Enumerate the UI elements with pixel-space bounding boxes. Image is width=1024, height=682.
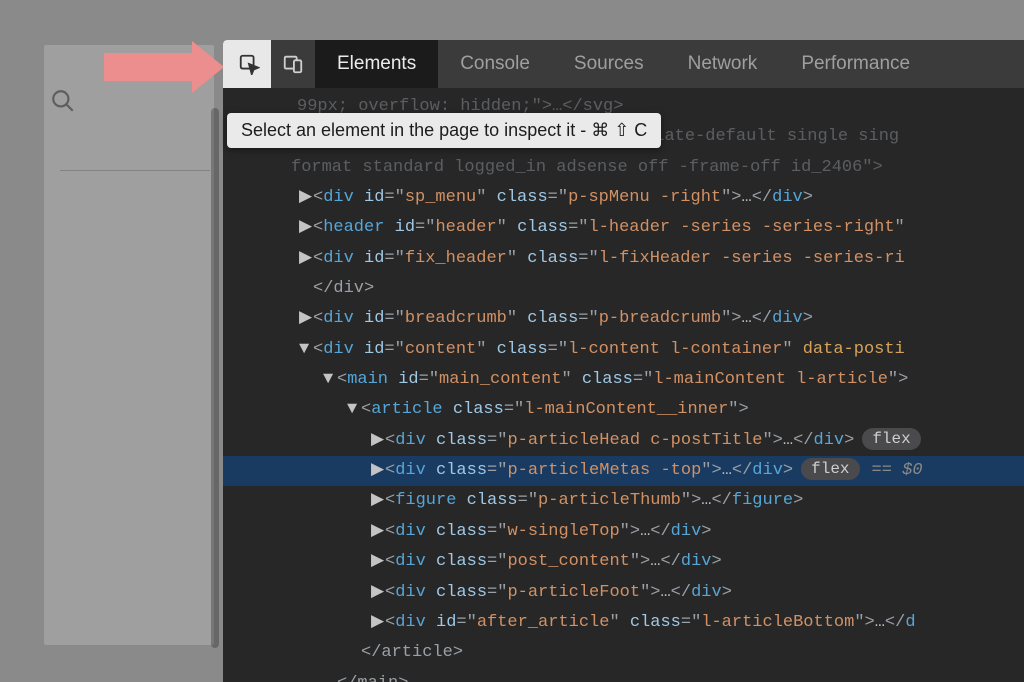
elements-tree[interactable]: 99px; overflow: hidden;">…</svg> ▼<div i… [223, 88, 1024, 682]
dom-line[interactable]: </div> [223, 274, 1024, 304]
dom-line[interactable]: </main> [223, 669, 1024, 682]
dom-line[interactable]: ▼<div id="content" class="l-content l-co… [223, 335, 1024, 365]
devtools-tabbar: Elements Console Sources Network Perform… [223, 40, 1024, 88]
flex-badge[interactable]: flex [801, 458, 859, 480]
dom-line-selected[interactable]: ▶<div class="p-articleMetas -top">…</div… [223, 456, 1024, 486]
dom-line[interactable]: ▶<div id="fix_header" class="l-fixHeader… [223, 244, 1024, 274]
search-icon [50, 88, 76, 114]
tab-console[interactable]: Console [438, 40, 552, 88]
tab-performance[interactable]: Performance [779, 40, 932, 88]
dom-line[interactable]: ▼<main id="main_content" class="l-mainCo… [223, 365, 1024, 395]
dom-line[interactable]: ▶<div class="w-singleTop">…</div> [223, 517, 1024, 547]
tab-sources[interactable]: Sources [552, 40, 666, 88]
dom-line[interactable]: ▼<article class="l-mainContent__inner"> [223, 395, 1024, 425]
inspect-element-button[interactable] [227, 40, 271, 88]
dom-line[interactable]: ▶<figure class="p-articleThumb">…</figur… [223, 486, 1024, 516]
devtools-scrollbar[interactable] [211, 108, 219, 648]
tab-elements[interactable]: Elements [315, 40, 438, 88]
underlying-page [44, 45, 214, 645]
flex-badge[interactable]: flex [862, 428, 920, 450]
inspect-tooltip: Select an element in the page to inspect… [227, 113, 661, 148]
dom-line[interactable]: </article> [223, 638, 1024, 668]
dom-line[interactable]: ▶<div id="after_article" class="l-articl… [223, 608, 1024, 638]
dom-line[interactable]: ▶<header id="header" class="l-header -se… [223, 213, 1024, 243]
dom-line[interactable]: ▶<div class="p-articleHead c-postTitle">… [223, 426, 1024, 456]
dom-line[interactable]: format standard logged_in adsense off -f… [223, 153, 1024, 183]
tab-network[interactable]: Network [666, 40, 780, 88]
dom-line[interactable]: ▶<div class="post_content">…</div> [223, 547, 1024, 577]
dom-line[interactable]: ▶<div id="sp_menu" class="p-spMenu -righ… [223, 183, 1024, 213]
dom-line[interactable]: ▶<div id="breadcrumb" class="p-breadcrum… [223, 304, 1024, 334]
page-divider [60, 170, 210, 171]
dom-line[interactable]: ▶<div class="p-articleFoot">…</div> [223, 578, 1024, 608]
device-toolbar-button[interactable] [271, 40, 315, 88]
selected-node-ref: == $0 [872, 461, 923, 480]
